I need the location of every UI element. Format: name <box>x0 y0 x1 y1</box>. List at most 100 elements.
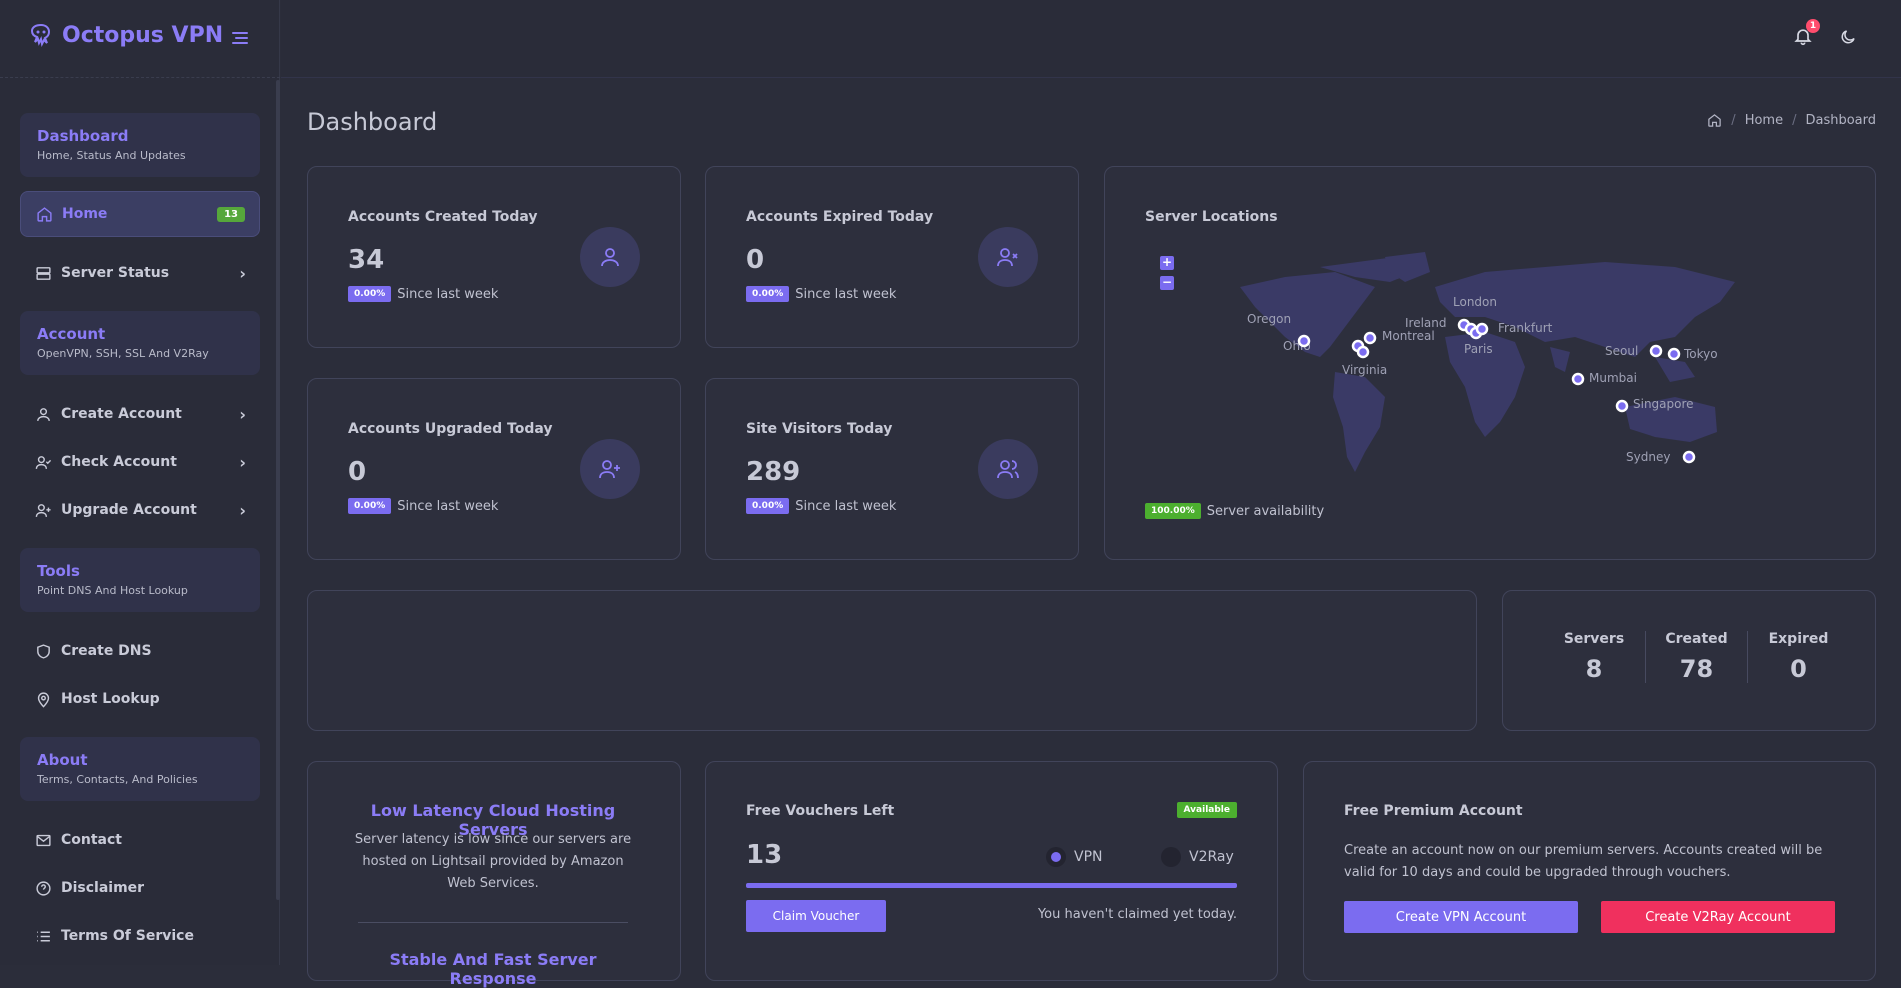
user-x-icon <box>978 227 1038 287</box>
breadcrumb-home[interactable]: Home <box>1745 113 1783 128</box>
stat-card-upgraded: Accounts Upgraded Today 0 0.00% Since las… <box>307 378 681 560</box>
change-badge: 0.00% <box>746 286 790 302</box>
stat-footer: 0.00% Since last week <box>348 498 498 514</box>
stat-card-expired: Accounts Expired Today 0 0.00% Since last… <box>705 166 1079 348</box>
location-label: Tokyo <box>1684 347 1718 361</box>
voucher-progress-bar <box>746 883 1237 888</box>
stat-card-visitors: Site Visitors Today 289 0.00% Since last … <box>705 378 1079 560</box>
sidebar-item-label: Host Lookup <box>61 691 160 707</box>
chevron-right-icon: › <box>239 500 246 520</box>
sidebar-item-host-lookup[interactable]: Host Lookup <box>20 676 260 722</box>
location-label: Oregon <box>1247 312 1292 326</box>
counter-label: Created <box>1665 631 1728 647</box>
section-subtitle: Point DNS And Host Lookup <box>37 584 188 597</box>
available-badge: Available <box>1176 802 1237 818</box>
sidebar-item-upgrade-account[interactable]: Upgrade Account › <box>20 487 260 533</box>
location-label: Seoul <box>1605 344 1639 358</box>
section-subtitle: Terms, Contacts, And Policies <box>37 773 198 786</box>
sidebar-item-check-account[interactable]: Check Account › <box>20 439 260 485</box>
section-title: About <box>37 751 88 769</box>
counters-card: Servers 8 Created 78 Expired 0 <box>1502 590 1876 731</box>
user-check-icon <box>34 453 52 471</box>
premium-title: Free Premium Account <box>1344 803 1523 819</box>
sidebar-item-label: Create DNS <box>61 643 152 659</box>
breadcrumb-separator: / <box>1731 113 1736 128</box>
map-title: Server Locations <box>1145 209 1278 225</box>
sidebar-item-home[interactable]: Home 13 <box>20 191 260 237</box>
mail-icon <box>34 831 52 849</box>
section-title: Dashboard <box>37 127 129 145</box>
availability-label: Server availability <box>1206 503 1325 519</box>
location-label: Virginia <box>1342 363 1388 377</box>
chevron-right-icon: › <box>239 452 246 472</box>
radio-label: V2Ray <box>1189 849 1234 865</box>
change-badge: 0.00% <box>746 498 790 514</box>
promo-title-secondary: Stable And Fast Server Response <box>389 950 597 988</box>
sidebar-item-create-dns[interactable]: Create DNS <box>20 628 260 674</box>
user-icon <box>580 227 640 287</box>
stat-title: Site Visitors Today <box>746 421 893 437</box>
moon-icon[interactable] <box>1839 28 1857 46</box>
since-label: Since last week <box>795 286 897 302</box>
stat-title: Accounts Expired Today <box>746 209 934 225</box>
stat-title: Accounts Created Today <box>348 209 538 225</box>
chevron-right-icon: › <box>239 404 246 424</box>
sidebar-item-label: Terms Of Service <box>61 928 194 944</box>
counter-value: 0 <box>1790 655 1807 683</box>
octopus-logo-icon <box>28 22 54 48</box>
breadcrumb-separator: / <box>1792 113 1797 128</box>
claim-voucher-button[interactable]: Claim Voucher <box>746 900 886 932</box>
stat-value: 0 <box>746 245 765 275</box>
user-plus-icon <box>34 501 52 519</box>
logo[interactable]: Octopus VPN <box>28 22 223 48</box>
location-label: Montreal <box>1382 329 1435 343</box>
help-circle-icon <box>34 879 52 897</box>
counters: Servers 8 Created 78 Expired 0 <box>1543 631 1849 683</box>
sidebar-item-terms[interactable]: Terms Of Service <box>20 913 260 959</box>
section-dashboard: Dashboard Home, Status And Updates <box>20 113 260 177</box>
divider <box>358 922 628 923</box>
location-label: Ohio <box>1283 339 1311 353</box>
location-label: Frankfurt <box>1498 321 1553 335</box>
stat-value: 289 <box>746 457 801 487</box>
radio-button[interactable] <box>1161 847 1181 867</box>
section-account: Account OpenVPN, SSH, SSL And V2Ray <box>20 311 260 375</box>
radio-v2ray[interactable]: V2Ray <box>1161 847 1234 867</box>
sidebar-item-label: Create Account <box>61 406 182 422</box>
stat-footer: 0.00% Since last week <box>348 286 498 302</box>
section-about: About Terms, Contacts, And Policies <box>20 737 260 801</box>
user-icon <box>34 405 52 423</box>
sidebar-item-label: Check Account <box>61 454 177 470</box>
empty-panel <box>307 590 1477 731</box>
create-v2ray-account-button[interactable]: Create V2Ray Account <box>1601 901 1835 933</box>
breadcrumb: / Home / Dashboard <box>1707 113 1876 128</box>
voucher-title: Free Vouchers Left <box>746 803 895 819</box>
radio-button[interactable] <box>1046 847 1066 867</box>
sidebar-item-label: Disclaimer <box>61 880 145 896</box>
sidebar-item-label: Server Status <box>61 265 170 281</box>
section-title: Account <box>37 325 106 343</box>
home-icon[interactable] <box>1707 113 1722 128</box>
users-icon <box>978 439 1038 499</box>
list-icon <box>34 927 52 945</box>
since-label: Since last week <box>397 286 499 302</box>
server-map-card: Server Locations + − Oregon Ohio Montrea… <box>1104 166 1876 560</box>
world-map[interactable] <box>1225 247 1745 507</box>
promo-text: Server latency is low since our servers … <box>354 832 632 891</box>
voucher-note: You haven't claimed yet today. <box>1037 907 1237 922</box>
zoom-out-button[interactable]: − <box>1160 276 1174 290</box>
zoom-in-button[interactable]: + <box>1160 256 1174 270</box>
radio-vpn[interactable]: VPN <box>1046 847 1103 867</box>
sidebar-item-create-account[interactable]: Create Account › <box>20 391 260 437</box>
section-subtitle: OpenVPN, SSH, SSL And V2Ray <box>37 347 209 360</box>
location-label: London <box>1453 295 1497 309</box>
create-vpn-account-button[interactable]: Create VPN Account <box>1344 901 1578 933</box>
location-label: Singapore <box>1633 397 1694 411</box>
sidebar-item-contact[interactable]: Contact <box>20 817 260 863</box>
sidebar-item-disclaimer[interactable]: Disclaimer <box>20 865 260 911</box>
sidebar-item-server-status[interactable]: Server Status › <box>20 250 260 296</box>
location-label: Sydney <box>1626 450 1671 464</box>
change-badge: 0.00% <box>348 498 392 514</box>
sidebar-scrollbar[interactable] <box>276 80 280 900</box>
menu-toggle-icon[interactable] <box>232 31 248 45</box>
